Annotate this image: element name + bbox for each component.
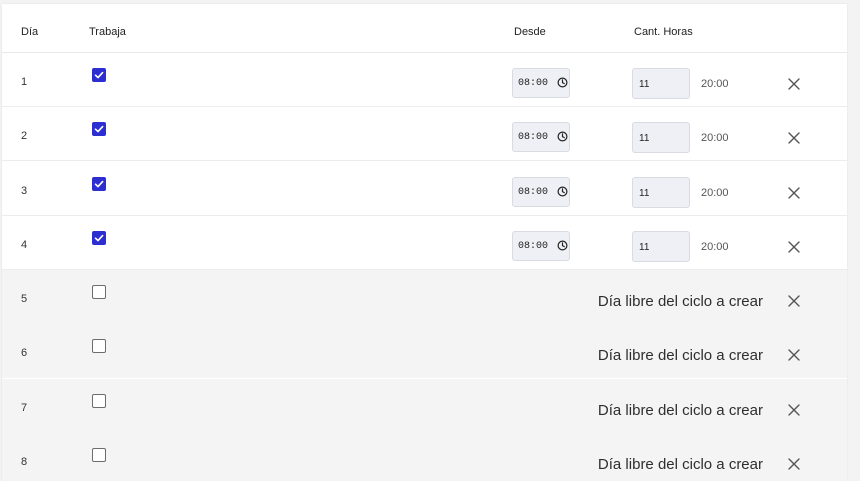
hours-input[interactable]: 11 [632,68,690,99]
close-icon[interactable] [787,77,801,91]
header-works: Trabaja [89,26,126,38]
check-icon [94,71,104,79]
day-number: 8 [21,456,28,468]
clock-icon[interactable] [557,77,568,88]
close-icon[interactable] [787,240,801,254]
hours-input[interactable]: 11 [632,122,690,153]
header-day: Día [21,26,39,38]
free-day-label: Día libre del ciclo a crear [597,402,763,419]
day-number: 2 [21,130,28,142]
close-icon[interactable] [787,403,801,417]
table-row: 6 Día libre del ciclo a crear [2,324,847,378]
close-icon[interactable] [787,457,801,471]
table-row: 4 08:00 11 20:00 [2,216,847,270]
close-icon[interactable] [787,186,801,200]
works-checkbox[interactable] [92,339,106,353]
works-checkbox[interactable] [92,68,106,82]
from-time-input[interactable]: 08:00 [512,68,570,98]
clock-icon[interactable] [557,240,568,251]
free-day-label: Día libre del ciclo a crear [597,347,763,364]
table-row: 7 Día libre del ciclo a crear [2,379,847,433]
day-number: 6 [21,347,28,359]
end-time: 20:00 [701,187,729,199]
day-number: 1 [21,76,28,88]
day-number: 7 [21,402,28,414]
day-number: 5 [21,293,28,305]
header-from: Desde [514,26,546,38]
table-row: 1 08:00 11 20:00 [2,53,847,107]
table-row: 3 08:00 11 20:00 [2,162,847,216]
close-icon[interactable] [787,131,801,145]
works-checkbox[interactable] [92,231,106,245]
day-number: 4 [21,239,28,251]
free-day-label: Día libre del ciclo a crear [597,456,763,473]
schedule-table: Día Trabaja Desde Cant. Horas 1 08:00 11 20… [2,4,847,481]
day-number: 3 [21,185,28,197]
hours-value: 11 [639,79,650,90]
close-icon[interactable] [787,294,801,308]
from-time-input[interactable]: 08:00 [512,231,570,261]
hours-value: 11 [639,188,650,199]
clock-icon[interactable] [557,186,568,197]
clock-icon[interactable] [557,131,568,142]
end-time: 20:00 [701,241,729,253]
from-time-value: 08:00 [518,241,549,252]
close-icon[interactable] [787,348,801,362]
hours-value: 11 [639,242,650,253]
check-icon [94,125,104,133]
table-row: 5 Día libre del ciclo a crear [2,270,847,324]
table-row: 8 Día libre del ciclo a crear [2,433,847,481]
from-time-value: 08:00 [518,78,549,89]
table-row: 2 08:00 11 20:00 [2,107,847,161]
hours-input[interactable]: 11 [632,231,690,262]
from-time-input[interactable]: 08:00 [512,122,570,152]
table-header: Día Trabaja Desde Cant. Horas [2,4,847,53]
end-time: 20:00 [701,132,729,144]
works-checkbox[interactable] [92,122,106,136]
from-time-value: 08:00 [518,187,549,198]
header-hours: Cant. Horas [634,26,693,38]
works-checkbox[interactable] [92,177,106,191]
works-checkbox[interactable] [92,394,106,408]
works-checkbox[interactable] [92,448,106,462]
hours-value: 11 [639,133,650,144]
check-icon [94,234,104,242]
check-icon [94,180,104,188]
from-time-value: 08:00 [518,132,549,143]
end-time: 20:00 [701,78,729,90]
hours-input[interactable]: 11 [632,177,690,208]
works-checkbox[interactable] [92,285,106,299]
from-time-input[interactable]: 08:00 [512,177,570,207]
free-day-label: Día libre del ciclo a crear [597,293,763,310]
